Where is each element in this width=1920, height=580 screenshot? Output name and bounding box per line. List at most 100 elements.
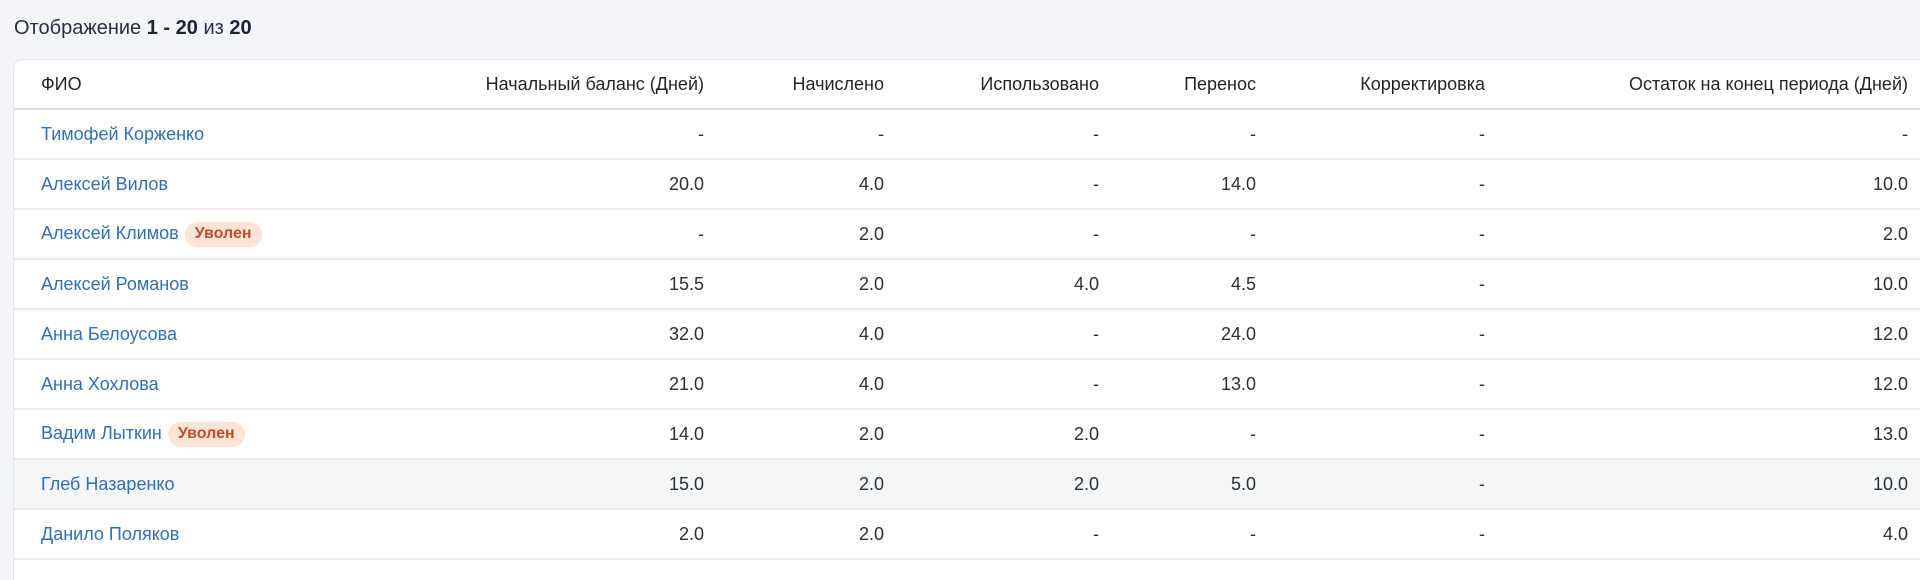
table-row: Тимофей Корженко - - - - - - (14, 109, 1920, 160)
employee-link[interactable]: Алексей Климов (41, 223, 179, 243)
cell-correction: - (1256, 309, 1485, 360)
table-row: Анна Хохлова 21.0 4.0 - 13.0 - 12.0 (14, 359, 1920, 410)
cell-transfer: 4.5 (1099, 259, 1256, 310)
cell-name: Алексей Вилов (14, 159, 319, 210)
cell-accrued: 2.0 (704, 509, 884, 560)
cell-transfer: 14.0 (1099, 159, 1256, 210)
employee-link[interactable]: Тимофей Корженко (41, 124, 204, 144)
cell-correction: - (1256, 109, 1485, 160)
column-header-name[interactable]: ФИО (14, 60, 319, 110)
cell-opening: 20.0 (319, 159, 704, 210)
table-body: Тимофей Корженко - - - - - - Алексей Вил… (14, 109, 1920, 560)
table-row: Алексей Вилов 20.0 4.0 - 14.0 - 10.0 (14, 159, 1920, 210)
cell-spacer (1908, 109, 1920, 160)
cell-spacer (1908, 309, 1920, 360)
cell-transfer: 5.0 (1099, 459, 1256, 510)
dismissed-badge: Уволен (184, 221, 262, 247)
cell-name: Анна Хохлова (14, 359, 319, 410)
table-row: Алексей Климов Уволен - 2.0 - - - 2.0 (14, 209, 1920, 260)
cell-spacer (1908, 509, 1920, 560)
vacation-balance-table: ФИО Начальный баланс (Дней) Начислено Ис… (14, 60, 1920, 560)
cell-closing: 10.0 (1485, 159, 1908, 210)
cell-closing: 10.0 (1485, 259, 1908, 310)
summary-prefix: Отображение (14, 17, 142, 39)
employee-link[interactable]: Данило Поляков (41, 524, 179, 544)
cell-transfer: - (1099, 509, 1256, 560)
cell-closing: 12.0 (1485, 309, 1908, 360)
column-header-transfer[interactable]: Перенос (1099, 60, 1256, 110)
cell-opening: - (319, 209, 704, 260)
cell-spacer (1908, 159, 1920, 210)
column-header-opening-balance[interactable]: Начальный баланс (Дней) (319, 60, 704, 110)
cell-name: Вадим Лыткин Уволен (14, 409, 319, 460)
employee-link[interactable]: Вадим Лыткин (41, 423, 162, 443)
cell-transfer: - (1099, 409, 1256, 460)
cell-used: - (884, 159, 1099, 210)
cell-closing: 13.0 (1485, 409, 1908, 460)
cell-spacer (1908, 409, 1920, 460)
cell-correction: - (1256, 409, 1485, 460)
cell-closing: 2.0 (1485, 209, 1908, 260)
summary-range: 1 - 20 (146, 17, 198, 39)
employee-link[interactable]: Алексей Вилов (41, 174, 168, 194)
cell-correction: - (1256, 359, 1485, 410)
cell-opening: 2.0 (319, 509, 704, 560)
cell-correction: - (1256, 259, 1485, 310)
column-header-spacer (1908, 60, 1920, 110)
cell-closing: 10.0 (1485, 459, 1908, 510)
cell-name: Тимофей Корженко (14, 109, 319, 160)
cell-used: 4.0 (884, 259, 1099, 310)
cell-accrued: 4.0 (704, 309, 884, 360)
cell-accrued: 4.0 (704, 359, 884, 410)
cell-opening: 14.0 (319, 409, 704, 460)
summary-total: 20 (229, 17, 252, 39)
cell-opening: - (319, 109, 704, 160)
table-row: Вадим Лыткин Уволен 14.0 2.0 2.0 - - 13.0 (14, 409, 1920, 460)
cell-correction: - (1256, 459, 1485, 510)
cell-accrued: 2.0 (704, 459, 884, 510)
table-row: Анна Белоусова 32.0 4.0 - 24.0 - 12.0 (14, 309, 1920, 360)
column-header-closing-balance[interactable]: Остаток на конец периода (Дней) (1485, 60, 1908, 110)
table-header-row: ФИО Начальный баланс (Дней) Начислено Ис… (14, 60, 1920, 110)
cell-name: Глеб Назаренко (14, 459, 319, 510)
employee-link[interactable]: Глеб Назаренко (41, 474, 174, 494)
cell-accrued: 4.0 (704, 159, 884, 210)
cell-spacer (1908, 459, 1920, 510)
cell-closing: 4.0 (1485, 509, 1908, 560)
cell-name: Анна Белоусова (14, 309, 319, 360)
cell-used: 2.0 (884, 459, 1099, 510)
cell-accrued: - (704, 109, 884, 160)
employee-link[interactable]: Анна Белоусова (41, 324, 177, 344)
employee-link[interactable]: Анна Хохлова (41, 374, 159, 394)
table-row-hovered[interactable]: Глеб Назаренко 15.0 2.0 2.0 5.0 - 10.0 (14, 459, 1920, 510)
dismissed-badge: Уволен (167, 421, 245, 447)
column-header-used[interactable]: Использовано (884, 60, 1099, 110)
cell-closing: 12.0 (1485, 359, 1908, 410)
column-header-accrued[interactable]: Начислено (704, 60, 884, 110)
employee-link[interactable]: Алексей Романов (41, 274, 189, 294)
column-header-correction[interactable]: Корректировка (1256, 60, 1485, 110)
cell-spacer (1908, 359, 1920, 410)
cell-closing: - (1485, 109, 1908, 160)
cell-name: Данило Поляков (14, 509, 319, 560)
cell-correction: - (1256, 159, 1485, 210)
summary-of-label: из (203, 17, 224, 39)
cell-accrued: 2.0 (704, 259, 884, 310)
cell-opening: 15.5 (319, 259, 704, 310)
cell-used: - (884, 509, 1099, 560)
cell-accrued: 2.0 (704, 209, 884, 260)
cell-spacer (1908, 209, 1920, 260)
cell-accrued: 2.0 (704, 409, 884, 460)
cell-used: - (884, 359, 1099, 410)
cell-correction: - (1256, 209, 1485, 260)
cell-opening: 32.0 (319, 309, 704, 360)
cell-transfer: - (1099, 109, 1256, 160)
pagination-summary: Отображение 1 - 20 из 20 (14, 17, 252, 40)
cell-transfer: - (1099, 209, 1256, 260)
table-row: Алексей Романов 15.5 2.0 4.0 4.5 - 10.0 (14, 259, 1920, 310)
cell-used: 2.0 (884, 409, 1099, 460)
cell-used: - (884, 309, 1099, 360)
cell-transfer: 13.0 (1099, 359, 1256, 410)
cell-name: Алексей Климов Уволен (14, 209, 319, 260)
cell-correction: - (1256, 509, 1485, 560)
